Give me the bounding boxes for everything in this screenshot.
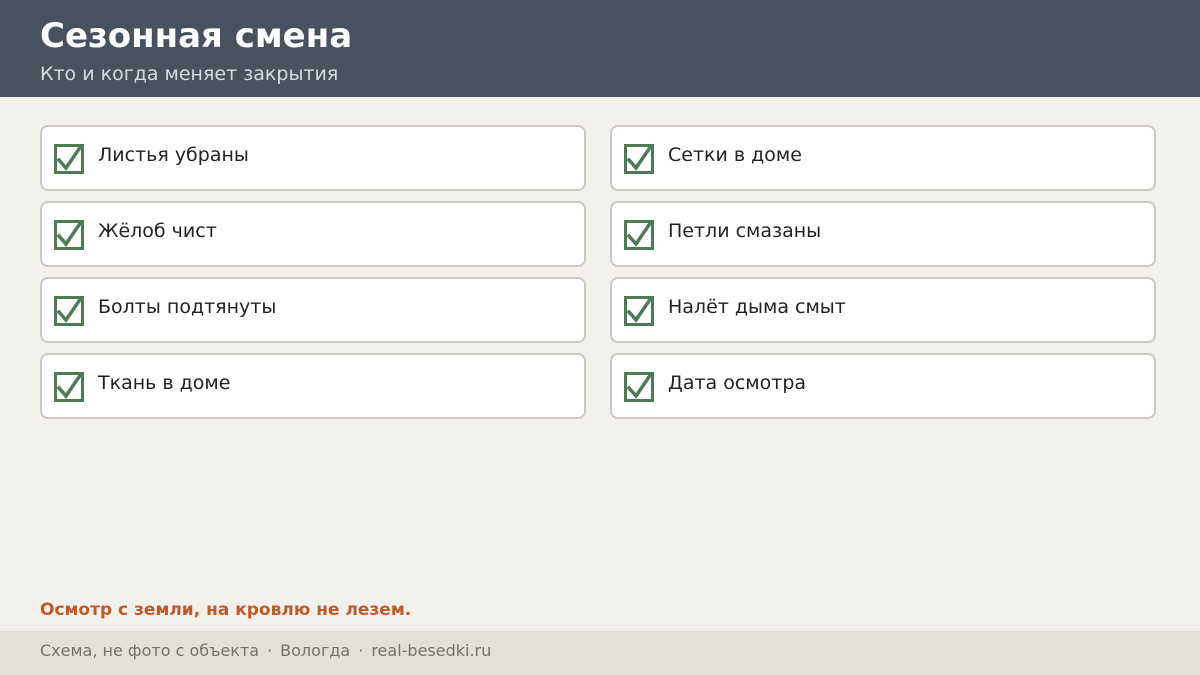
footer-separator: · <box>267 641 273 660</box>
checklist-item[interactable]: Налёт дыма смыт <box>610 277 1156 343</box>
check-icon <box>626 295 654 323</box>
page-subtitle: Кто и когда меняет закрытия <box>40 63 339 85</box>
checklist-item-label: Жёлоб чист <box>98 220 217 242</box>
check-icon <box>626 371 654 399</box>
check-icon <box>626 143 654 171</box>
check-icon <box>56 143 84 171</box>
checkbox-checked[interactable] <box>624 143 654 174</box>
checkbox-checked[interactable] <box>624 219 654 250</box>
warning-note: Осмотр с земли, на кровлю не лезем. <box>40 600 412 620</box>
checklist-item[interactable]: Дата осмотра <box>610 353 1156 419</box>
checklist-item[interactable]: Петли смазаны <box>610 201 1156 267</box>
footer-site-link[interactable]: real-besedki.ru <box>371 641 491 660</box>
page-title: Сезонная смена <box>40 16 353 56</box>
check-icon <box>56 219 84 247</box>
check-icon <box>56 295 84 323</box>
checklist-item-label: Листья убраны <box>98 144 249 166</box>
checklist-item-label: Петли смазаны <box>668 220 822 242</box>
footer-city: Вологда <box>280 641 351 660</box>
checklist-item-label: Налёт дыма смыт <box>668 296 846 318</box>
checklist-item-label: Сетки в доме <box>668 144 802 166</box>
footer: Схема, не фото с объекта · Вологда · real-be… <box>0 631 1200 675</box>
footer-disclaimer: Схема, не фото с объекта <box>40 641 260 660</box>
checklist-item[interactable]: Листья убраны <box>40 125 586 191</box>
checklist-item-label: Дата осмотра <box>668 372 807 394</box>
footer-separator: · <box>358 641 364 660</box>
checklist-item[interactable]: Сетки в доме <box>610 125 1156 191</box>
check-icon <box>56 371 84 399</box>
checklist-item-label: Болты подтянуты <box>98 296 277 318</box>
header: Сезонная смена Кто и когда меняет закрыт… <box>0 0 1200 97</box>
checkbox-checked[interactable] <box>54 219 84 250</box>
check-icon <box>626 219 654 247</box>
checklist-item[interactable]: Ткань в доме <box>40 353 586 419</box>
footer-text: Схема, не фото с объекта · Вологда · real-be… <box>40 641 491 660</box>
checklist-item[interactable]: Болты подтянуты <box>40 277 586 343</box>
checkbox-checked[interactable] <box>624 295 654 326</box>
checkbox-checked[interactable] <box>54 371 84 402</box>
checklist-item[interactable]: Жёлоб чист <box>40 201 586 267</box>
checklist: Листья убраны Сетки в доме Жёлоб чист Пе… <box>40 125 1156 419</box>
checkbox-checked[interactable] <box>54 143 84 174</box>
checkbox-checked[interactable] <box>54 295 84 326</box>
checkbox-checked[interactable] <box>624 371 654 402</box>
checklist-item-label: Ткань в доме <box>98 372 231 394</box>
